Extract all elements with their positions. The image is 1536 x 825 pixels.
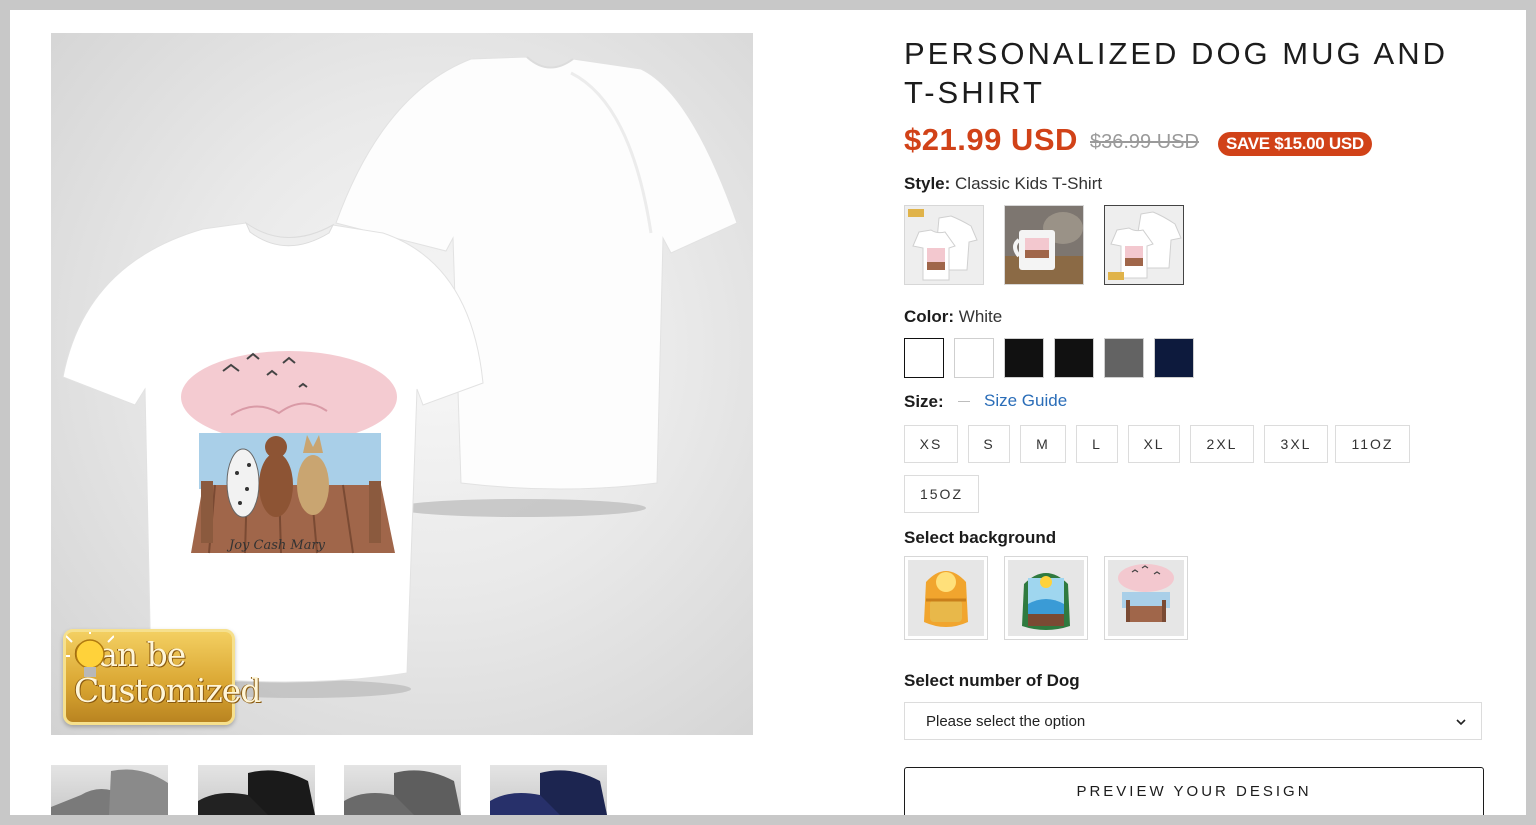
save-badge: SAVE $15.00 USD: [1218, 132, 1372, 156]
background-option-sunset[interactable]: [904, 556, 988, 640]
style-swatch-t-shirt-set[interactable]: [1104, 205, 1184, 285]
pink-sky-dock-icon: [1118, 564, 1174, 622]
sale-price: $21.99 USD: [904, 122, 1078, 157]
chevron-down-icon: [1456, 719, 1466, 726]
style-label-row: Style: Classic Kids T-Shirt: [904, 174, 1102, 194]
color-swatch-black-2[interactable]: [1054, 338, 1094, 378]
background-option-pink-sky[interactable]: [1104, 556, 1188, 640]
size-label: Size:: [904, 392, 944, 411]
lightbulb-icon: [66, 632, 114, 677]
gray-shirt-icon: [51, 769, 168, 815]
background-thumb-sunset: [908, 560, 984, 636]
compare-price: $36.99 USD: [1090, 131, 1199, 153]
thumbnail-dark-gray[interactable]: [344, 765, 461, 815]
mountain-lake-backpack-icon: [1022, 573, 1070, 630]
kids-tshirt-icon: [905, 206, 983, 284]
dog-count-label: Select number of Dog: [904, 671, 1080, 690]
background-thumb-pink-sky: [1108, 560, 1184, 636]
style-label: Style:: [904, 174, 951, 193]
color-value: White: [958, 307, 1003, 326]
size-option-2xl[interactable]: 2XL: [1190, 425, 1254, 463]
navy-shirt-icon: [490, 770, 607, 815]
svg-text:Joy Cash Mary: Joy Cash Mary: [226, 538, 326, 553]
style-swatch-mug[interactable]: [1004, 205, 1084, 285]
dark-gray-shirt-icon: [344, 770, 461, 815]
size-guide-separator: [958, 401, 970, 402]
color-swatch-gray[interactable]: [1104, 338, 1144, 378]
background-option-mountain-lake[interactable]: [1004, 556, 1088, 640]
size-option-m[interactable]: M: [1020, 425, 1066, 463]
background-label-row: Select background: [904, 528, 1056, 548]
size-option-l[interactable]: L: [1076, 425, 1118, 463]
product-page: Joy Cash Mary Can be Customized PERSONAL…: [10, 10, 1526, 815]
product-title: PERSONALIZED DOG MUG AND T-SHIRT: [904, 36, 1448, 110]
color-swatch-white-1[interactable]: [904, 338, 944, 378]
dog-count-label-row: Select number of Dog: [904, 671, 1080, 691]
size-option-xl[interactable]: XL: [1128, 425, 1180, 463]
color-swatch-black-1[interactable]: [1004, 338, 1044, 378]
sunset-backpack-icon: [924, 571, 968, 627]
color-swatch-white-2[interactable]: [954, 338, 994, 378]
color-swatch-navy[interactable]: [1154, 338, 1194, 378]
size-label-row: Size:: [904, 392, 944, 412]
background-label: Select background: [904, 528, 1057, 547]
size-option-11oz[interactable]: 11OZ: [1335, 425, 1410, 463]
black-shirt-icon: [198, 770, 315, 815]
size-option-xs[interactable]: XS: [904, 425, 958, 463]
style-value: Classic Kids T-Shirt: [955, 174, 1103, 193]
thumbnail-navy[interactable]: [490, 765, 607, 815]
color-label: Color:: [904, 307, 955, 326]
style-swatch-classic-kids-t-shirt[interactable]: [904, 205, 984, 285]
tshirt-set-icon: [1105, 206, 1183, 284]
dog-count-select[interactable]: Please select the option: [904, 702, 1482, 740]
preview-design-button[interactable]: PREVIEW YOUR DESIGN: [904, 767, 1484, 815]
customizable-badge: Can be Customized: [63, 629, 261, 725]
price-row: $21.99 USD $36.99 USD SAVE $15.00 USD: [904, 122, 1504, 162]
size-option-3xl[interactable]: 3XL: [1264, 425, 1328, 463]
thumbnail-black[interactable]: [198, 765, 315, 815]
background-thumb-mountain-lake: [1008, 560, 1084, 636]
size-option-s[interactable]: S: [968, 425, 1010, 463]
mug-icon: [1005, 206, 1083, 284]
size-guide-link[interactable]: Size Guide: [984, 391, 1067, 411]
color-label-row: Color: White: [904, 307, 1002, 327]
size-option-15oz[interactable]: 15OZ: [904, 475, 979, 513]
main-product-image[interactable]: Joy Cash Mary Can be Customized: [51, 33, 753, 735]
thumbnail-gray[interactable]: [51, 765, 168, 815]
dog-count-select-value: Please select the option: [926, 713, 1086, 730]
